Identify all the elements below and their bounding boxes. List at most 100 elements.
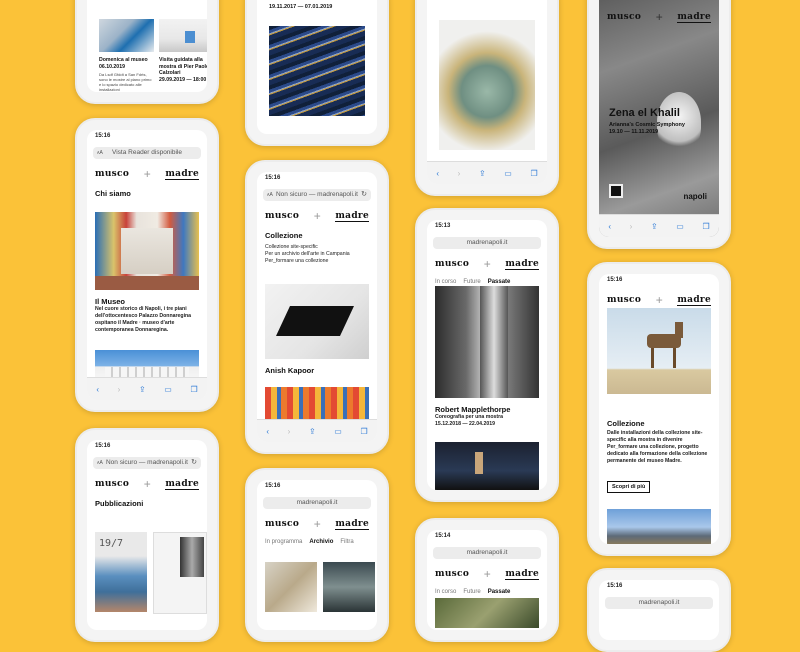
tab-in-corso[interactable]: In corso bbox=[435, 589, 456, 595]
url-bar[interactable]: madrenapoli.it bbox=[433, 547, 541, 559]
bookmarks-icon[interactable]: ▭ bbox=[676, 222, 684, 231]
madre-logo[interactable]: madre bbox=[505, 259, 539, 270]
menu-plus-icon[interactable]: + bbox=[314, 209, 321, 223]
menu-plus-icon[interactable]: + bbox=[484, 257, 491, 271]
tabs-icon[interactable]: ❐ bbox=[702, 222, 709, 231]
museo-logo[interactable]: musco bbox=[607, 12, 641, 22]
tab-future[interactable]: Future bbox=[463, 589, 480, 595]
book-cover-1[interactable]: 19/7 bbox=[95, 532, 147, 612]
forward-icon[interactable]: › bbox=[288, 427, 291, 436]
event-2-title[interactable]: Visita guidata alla mostra di Pier Paolo… bbox=[159, 57, 207, 77]
bookmarks-icon[interactable]: ▭ bbox=[164, 385, 172, 394]
menu-plus-icon[interactable]: + bbox=[484, 567, 491, 581]
exhibition-dates: 15.12.2018 — 22.04.2019 bbox=[435, 421, 495, 427]
text-size-icon[interactable]: ᴀA bbox=[97, 457, 103, 469]
reload-icon[interactable]: ↻ bbox=[191, 457, 197, 469]
phone-mockup-collezione-horse: 15:16 musco + madre Collezione Dalle ins… bbox=[587, 262, 731, 556]
book-cover-2[interactable] bbox=[153, 532, 207, 614]
site-header: musco + madre bbox=[257, 201, 377, 229]
phone-screen: 15:16 madrenapoli.it musco + madre In pr… bbox=[257, 480, 377, 630]
tabs-icon[interactable]: ❐ bbox=[360, 427, 367, 436]
phone-mockup-collezione: 15:16 ᴀA Non sicuro — madrenapoli.it ↻ mus… bbox=[245, 160, 389, 454]
tab-archivio[interactable]: Archivio bbox=[309, 539, 333, 545]
museo-logo[interactable]: musco bbox=[95, 169, 129, 179]
collection-link-2[interactable]: Per un archivio dell'arte in Campania bbox=[257, 251, 377, 258]
url-bar[interactable]: madrenapoli.it bbox=[433, 237, 541, 249]
tab-in-programma[interactable]: In programma bbox=[265, 539, 302, 545]
museo-logo[interactable]: musco bbox=[607, 295, 641, 305]
phone-mockup-bottom: 15:16 madrenapoli.it bbox=[587, 568, 731, 652]
event-image-1 bbox=[99, 19, 154, 52]
share-icon[interactable]: ⇪ bbox=[309, 427, 316, 436]
reload-icon[interactable]: ↻ bbox=[361, 189, 367, 201]
archive-image-1[interactable] bbox=[265, 562, 317, 612]
forward-icon[interactable]: › bbox=[630, 222, 633, 231]
tab-passate[interactable]: Passate bbox=[488, 589, 511, 595]
forward-icon[interactable]: › bbox=[118, 385, 121, 394]
tab-passate[interactable]: Passate bbox=[488, 279, 511, 285]
museum-interior-image bbox=[95, 212, 199, 290]
site-header: musco + madre bbox=[257, 509, 377, 537]
museo-logo[interactable]: musco bbox=[265, 211, 299, 221]
menu-plus-icon[interactable]: + bbox=[314, 517, 321, 531]
phone-mockup-chi-siamo: 15:16 ᴀA Vista Reader disponibile musco +… bbox=[75, 118, 219, 412]
site-header: musco + madre bbox=[87, 469, 207, 497]
archive-image-2[interactable] bbox=[323, 562, 375, 612]
url-bar[interactable]: madrenapoli.it bbox=[263, 497, 371, 509]
back-icon[interactable]: ‹ bbox=[436, 169, 439, 178]
url-bar[interactable]: ᴀA Non sicuro — madrenapoli.it ↻ bbox=[93, 457, 201, 469]
site-header: musco + madre bbox=[427, 559, 547, 587]
bookmarks-icon[interactable]: ▭ bbox=[334, 427, 342, 436]
share-icon[interactable]: ⇪ bbox=[651, 222, 658, 231]
museo-logo[interactable]: musco bbox=[95, 479, 129, 489]
madre-logo[interactable]: madre bbox=[505, 569, 539, 580]
phone-screen: 15:16 ᴀA Vista Reader disponibile musco +… bbox=[87, 130, 207, 400]
phone-screen: ‹ › ⇪ ▭ ❐ bbox=[427, 0, 547, 184]
madre-logo[interactable]: madre bbox=[677, 12, 711, 23]
tab-in-corso[interactable]: In corso bbox=[435, 279, 456, 285]
status-time: 15:13 bbox=[435, 223, 451, 229]
madre-logo[interactable]: madre bbox=[335, 519, 369, 530]
museo-logo[interactable]: musco bbox=[435, 569, 469, 579]
madre-logo[interactable]: madre bbox=[677, 295, 711, 306]
phone-mockup-pubblicazioni: 15:16 ᴀA Non sicuro — madrenapoli.it ↻ mus… bbox=[75, 428, 219, 642]
madre-logo[interactable]: madre bbox=[165, 479, 199, 490]
share-icon[interactable]: ⇪ bbox=[139, 385, 146, 394]
text-size-icon[interactable]: ᴀA bbox=[97, 147, 103, 159]
bookmarks-icon[interactable]: ▭ bbox=[504, 169, 512, 178]
menu-plus-icon[interactable]: + bbox=[144, 167, 151, 181]
reader-bar[interactable]: ᴀA Vista Reader disponibile bbox=[93, 147, 201, 159]
artist-name[interactable]: Robert Mapplethorpe bbox=[427, 405, 518, 414]
text-size-icon[interactable]: ᴀA bbox=[267, 189, 273, 201]
madre-logo[interactable]: madre bbox=[335, 211, 369, 222]
menu-plus-icon[interactable]: + bbox=[144, 477, 151, 491]
menu-plus-icon[interactable]: + bbox=[656, 293, 663, 307]
forward-icon[interactable]: › bbox=[458, 169, 461, 178]
tabs-icon[interactable]: ❐ bbox=[190, 385, 197, 394]
back-icon[interactable]: ‹ bbox=[96, 385, 99, 394]
tab-future[interactable]: Future bbox=[463, 279, 480, 285]
site-header: musco + madre bbox=[87, 159, 207, 187]
museo-logo[interactable]: musco bbox=[435, 259, 469, 269]
tabs-icon[interactable]: ❐ bbox=[530, 169, 537, 178]
artist-name[interactable]: Anish Kapoor bbox=[257, 366, 322, 375]
url-bar[interactable]: ᴀA Non sicuro — madrenapoli.it ↻ bbox=[263, 189, 371, 201]
event-1-text: Da Lsdf Gfddt a San Fdrts, sono le mostr… bbox=[99, 72, 152, 92]
phone-screen: musco + madre Zena el Khalil Arianna's C… bbox=[599, 0, 719, 237]
museo-logo[interactable]: musco bbox=[265, 519, 299, 529]
back-icon[interactable]: ‹ bbox=[266, 427, 269, 436]
event-image-2 bbox=[159, 19, 207, 52]
share-icon[interactable]: ⇪ bbox=[479, 169, 486, 178]
artist-name[interactable]: Zena el Khalil bbox=[609, 107, 680, 119]
back-icon[interactable]: ‹ bbox=[608, 222, 611, 231]
menu-plus-icon[interactable]: + bbox=[656, 10, 663, 24]
tab-filtra[interactable]: Filtra bbox=[340, 539, 353, 545]
phone-screen: 15:16 ᴀA Non sicuro — madrenapoli.it ↻ mus… bbox=[87, 440, 207, 630]
madre-logo[interactable]: madre bbox=[165, 169, 199, 180]
discover-more-button[interactable]: Scopri di più bbox=[607, 481, 651, 493]
browser-toolbar: ‹ › ⇪ ▭ ❐ bbox=[427, 161, 547, 184]
url-bar[interactable]: madrenapoli.it bbox=[605, 597, 713, 609]
event-1-title[interactable]: Domenica al museo bbox=[99, 57, 154, 63]
collection-link-3[interactable]: Per_formare una collezione bbox=[257, 258, 377, 265]
collection-link-1[interactable]: Collezione site-specific bbox=[257, 244, 377, 251]
